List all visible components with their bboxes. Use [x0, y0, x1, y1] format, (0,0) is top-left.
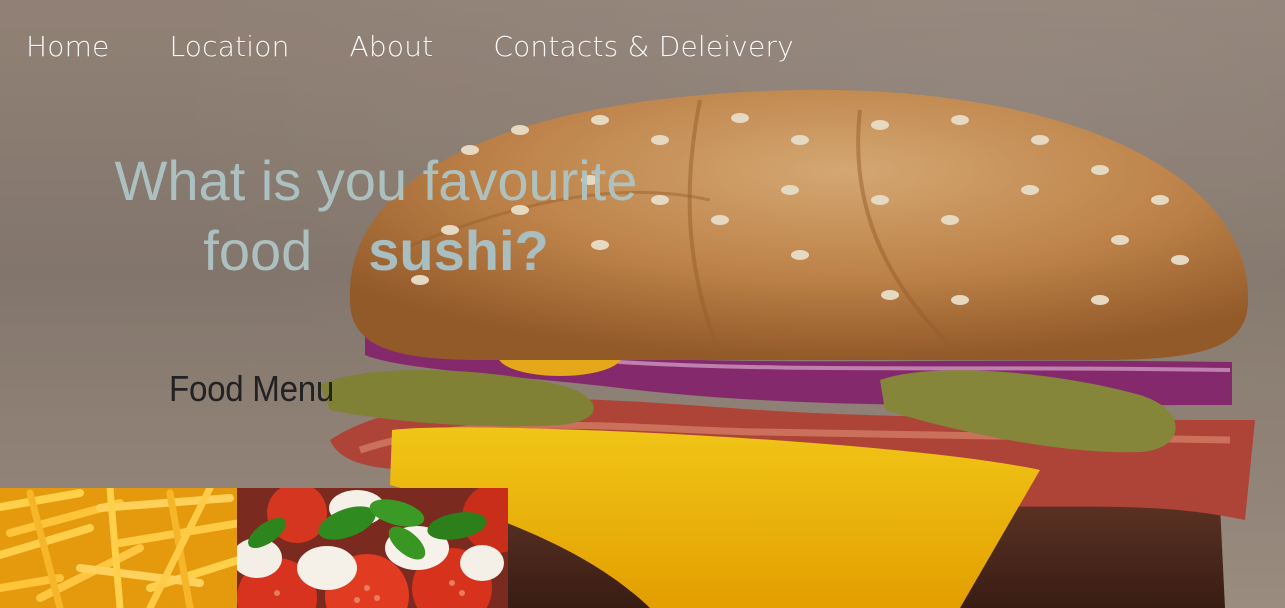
- headline-food-word: food: [203, 219, 313, 282]
- main-nav: Home Location About Contacts & Deleivery: [26, 30, 854, 63]
- french-fries-image: [0, 488, 237, 608]
- headline-dish: sushi?: [368, 219, 549, 282]
- nav-location-link[interactable]: Location: [170, 30, 290, 63]
- french-fries-thumbnail[interactable]: [0, 488, 237, 608]
- nav-contacts-delivery-link[interactable]: Contacts & Deleivery: [493, 30, 794, 63]
- hero-headline: What is you favourite food sushi?: [96, 146, 656, 286]
- menu-thumbnails: [0, 488, 508, 608]
- food-menu-title: Food Menu: [169, 368, 335, 409]
- nav-home-link[interactable]: Home: [26, 30, 110, 63]
- headline-second-line: food sushi?: [96, 216, 656, 286]
- caprese-salad-image: [237, 488, 508, 608]
- nav-about-link[interactable]: About: [350, 30, 434, 63]
- headline-question: What is you favourite: [114, 149, 638, 212]
- caprese-salad-thumbnail[interactable]: [237, 488, 508, 608]
